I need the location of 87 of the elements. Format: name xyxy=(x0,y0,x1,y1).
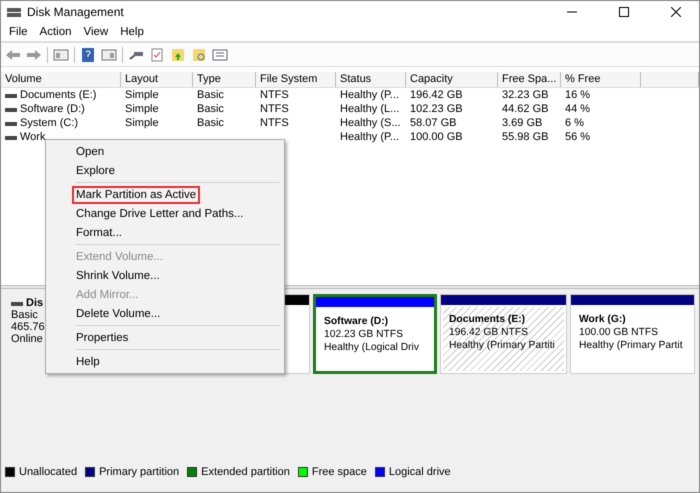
partition-size: 196.42 GB NTFS xyxy=(449,326,529,339)
legend-label: Logical drive xyxy=(388,466,451,478)
legend-label: Primary partition xyxy=(99,466,180,478)
table-cell: Healthy (L... xyxy=(340,102,400,116)
table-cell: 102.23 GB xyxy=(410,102,463,116)
table-cell: Basic xyxy=(197,116,224,130)
partition-status: Healthy (Primary Partit xyxy=(579,339,684,352)
table-cell: System (C:) xyxy=(20,116,78,130)
menu-item[interactable]: Action xyxy=(34,26,78,38)
table-cell: Healthy (S... xyxy=(340,116,401,130)
partition-size: 102.23 GB NTFS xyxy=(324,328,404,341)
menu-option[interactable]: Shrink Volume... xyxy=(72,266,164,284)
table-cell: 55.98 GB xyxy=(502,130,548,144)
list-icon[interactable] xyxy=(212,46,228,62)
folder-search-icon[interactable] xyxy=(191,46,207,62)
drive-icon xyxy=(5,120,17,126)
legend-label: Unallocated xyxy=(19,466,78,478)
disk-icon xyxy=(7,6,21,18)
column-header[interactable]: Free Spa... xyxy=(498,72,561,87)
table-cell: 58.07 GB xyxy=(410,116,456,130)
table-cell: NTFS xyxy=(260,102,289,116)
column-header[interactable]: File System xyxy=(256,72,336,87)
partition-name: Documents (E:) xyxy=(449,313,526,326)
close-icon[interactable] xyxy=(671,7,681,17)
help-icon[interactable] xyxy=(80,46,96,62)
partition-status: Healthy (Primary Partiti xyxy=(449,339,556,352)
table-cell: NTFS xyxy=(260,116,289,130)
table-cell: Simple xyxy=(125,102,159,116)
panel-icon[interactable] xyxy=(53,46,69,62)
table-cell: NTFS xyxy=(260,88,289,102)
menu-option[interactable]: Format... xyxy=(72,224,126,242)
table-cell: Simple xyxy=(125,88,159,102)
partition-status: Healthy (Logical Driv xyxy=(324,341,420,354)
menu-option[interactable]: Mark Partition as Active xyxy=(72,186,200,204)
legend-label: Free space xyxy=(312,466,367,478)
legend-label: Extended partition xyxy=(201,466,290,478)
table-cell: 44.62 GB xyxy=(502,102,548,116)
disk-type: Basic xyxy=(11,309,39,321)
column-header[interactable]: Capacity xyxy=(406,72,498,87)
checklist-icon[interactable] xyxy=(149,46,165,62)
folder-up-icon[interactable] xyxy=(170,46,186,62)
partition-block[interactable]: Documents (E:) 196.42 GB NTFS Healthy (Primary Partiti xyxy=(440,294,567,374)
maximize-icon[interactable] xyxy=(619,7,629,17)
table-cell: 44 % xyxy=(565,102,590,116)
drive-icon xyxy=(11,300,23,306)
table-cell: Basic xyxy=(197,88,224,102)
table-cell: Software (D:) xyxy=(20,102,85,116)
table-cell: Healthy (P... xyxy=(340,130,400,144)
partition-name: Work (G:) xyxy=(579,313,627,326)
menu-option[interactable]: Explore xyxy=(72,162,119,180)
disk-status: Online xyxy=(11,333,44,345)
table-cell: 3.69 GB xyxy=(502,116,542,130)
table-cell: 196.42 GB xyxy=(410,88,463,102)
column-header[interactable]: Volume xyxy=(1,72,121,87)
column-header[interactable]: % Free xyxy=(561,72,641,87)
menu-option[interactable]: Open xyxy=(72,142,108,160)
table-cell: Healthy (P... xyxy=(340,88,400,102)
menu-item[interactable]: Help xyxy=(114,26,150,38)
drive-icon xyxy=(5,106,17,112)
menu-option[interactable]: Delete Volume... xyxy=(72,304,164,322)
table-cell: 32.23 GB xyxy=(502,88,548,102)
partition-block[interactable]: Work (G:) 100.00 GB NTFS Healthy (Primary Partit xyxy=(570,294,695,374)
menu-option[interactable]: Properties xyxy=(72,328,132,346)
table-cell: Simple xyxy=(125,116,159,130)
menu-option[interactable]: Help xyxy=(72,352,104,370)
disk-size: 465.76 xyxy=(11,321,45,333)
menu-option[interactable]: Change Drive Letter and Paths... xyxy=(72,204,248,222)
table-cell: 6 % xyxy=(565,116,584,130)
table-cell: 100.00 GB xyxy=(410,130,463,144)
table-cell: 16 % xyxy=(565,88,590,102)
partition-size: 100.00 GB NTFS xyxy=(579,326,659,339)
table-cell: Basic xyxy=(197,102,224,116)
partition-block[interactable]: Software (D:) 102.23 GB NTFS Healthy (Logical Driv xyxy=(313,294,437,374)
column-header[interactable]: Type xyxy=(193,72,256,87)
disk-name: Dis xyxy=(26,297,44,309)
column-header[interactable]: Status xyxy=(336,72,406,87)
table-cell: 56 % xyxy=(565,130,590,144)
window-title: Disk Management xyxy=(27,5,125,19)
drive-icon xyxy=(5,134,17,140)
partition-name: Software (D:) xyxy=(324,315,390,328)
menu-item[interactable]: View xyxy=(78,26,114,38)
panel-icon[interactable] xyxy=(101,46,117,62)
table-cell: Work xyxy=(20,130,46,144)
drive-icon xyxy=(5,92,17,98)
column-header[interactable]: Layout xyxy=(121,72,193,87)
table-cell: Documents (E:) xyxy=(20,88,96,102)
menu-item[interactable]: File xyxy=(3,26,34,38)
